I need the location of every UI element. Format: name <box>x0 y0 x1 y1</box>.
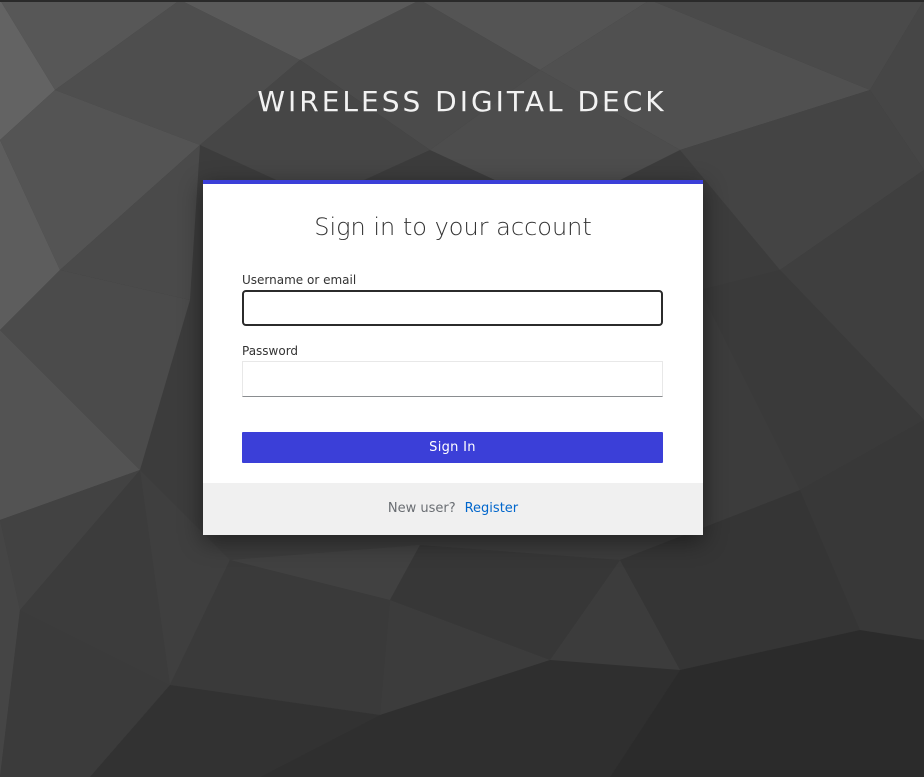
login-card: Sign in to your account Username or emai… <box>203 180 703 535</box>
login-title: Sign in to your account <box>314 213 592 241</box>
new-user-text: New user? <box>387 501 456 516</box>
username-input[interactable] <box>242 290 663 326</box>
username-label: Username or email <box>242 273 357 287</box>
password-input[interactable] <box>242 361 663 397</box>
register-link[interactable]: Register <box>465 501 519 516</box>
top-border <box>0 0 924 2</box>
registration-footer: New user? Register <box>203 483 703 535</box>
realm-title: WIRELESS DIGITAL DECK <box>257 85 667 118</box>
realm-header: WIRELESS DIGITAL DECK <box>0 84 924 120</box>
sign-in-button[interactable]: Sign In <box>242 432 663 463</box>
password-label: Password <box>242 344 299 358</box>
